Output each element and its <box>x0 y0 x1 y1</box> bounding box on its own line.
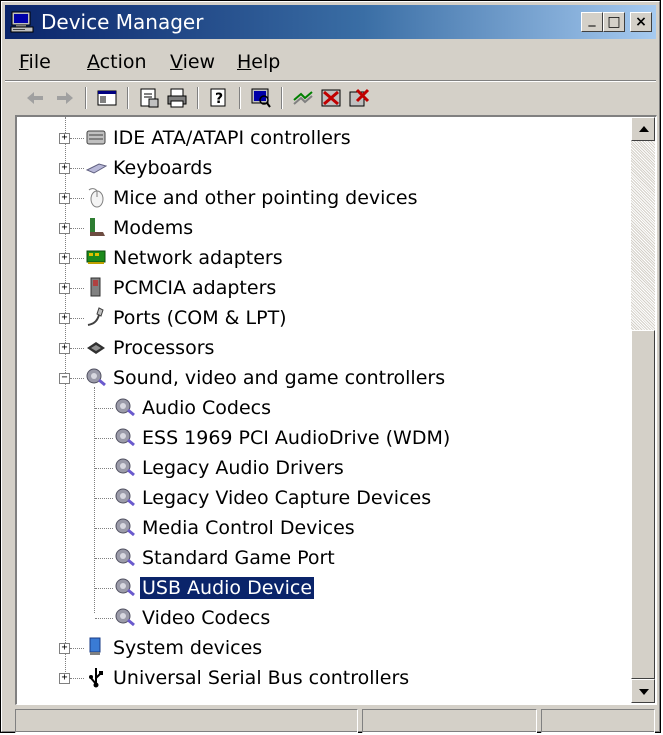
device-tree-panel: + IDE ATA/ATAPI controllers + Keyboards <box>15 115 657 705</box>
maximize-button[interactable]: □ <box>603 12 625 32</box>
tree-category-ide[interactable]: + IDE ATA/ATAPI controllers <box>17 123 617 153</box>
expand-icon[interactable]: + <box>59 163 70 174</box>
status-pane-main <box>15 709 358 733</box>
computer-icon <box>10 11 34 33</box>
help-icon[interactable]: ? <box>207 86 231 110</box>
tree-device-media-control[interactable]: Media Control Devices <box>17 513 617 543</box>
system-devices-icon <box>89 637 101 655</box>
toolbar-separator <box>127 87 129 109</box>
scan-hardware-changes-icon[interactable] <box>249 86 273 110</box>
usb-icon <box>89 668 103 688</box>
device-manager-window: Device Manager _ □ × File Action View He… <box>0 0 661 733</box>
scroll-thumb[interactable] <box>631 330 655 679</box>
tree-device-legacy-video[interactable]: Legacy Video Capture Devices <box>17 483 617 513</box>
vertical-scrollbar[interactable] <box>631 117 655 703</box>
toolbar-separator <box>239 87 241 109</box>
expand-icon[interactable]: + <box>59 343 70 354</box>
sound-device-icon <box>115 458 135 477</box>
tree-category-modems[interactable]: + Modems <box>17 213 617 243</box>
menu-bar: File Action View Help <box>5 44 656 78</box>
maximize-icon: □ <box>607 14 621 30</box>
arrow-up-icon <box>639 126 649 132</box>
expand-icon[interactable]: + <box>59 133 70 144</box>
minimize-button[interactable]: _ <box>581 11 603 32</box>
expand-icon[interactable]: + <box>59 223 70 234</box>
sound-device-icon <box>115 488 135 507</box>
close-icon: × <box>635 14 647 30</box>
disable-device-icon[interactable] <box>319 86 343 110</box>
tree-category-sound[interactable]: − Sound, video and game controllers <box>17 363 617 393</box>
tree-category-network[interactable]: + Network adapters <box>17 243 617 273</box>
print-icon[interactable] <box>165 86 189 110</box>
collapse-icon[interactable]: − <box>59 373 70 384</box>
toolbar-separator <box>281 87 283 109</box>
tree-device-video-codecs[interactable]: Video Codecs <box>17 603 617 633</box>
menu-help[interactable]: Help <box>237 51 280 73</box>
selected-device-label: USB Audio Device <box>138 576 316 600</box>
tree-device-ess-audiodrive[interactable]: ESS 1969 PCI AudioDrive (WDM) <box>17 423 617 453</box>
tree-category-mice[interactable]: + Mice and other pointing devices <box>17 183 617 213</box>
expand-icon[interactable]: + <box>59 253 70 264</box>
tree-device-audio-codecs[interactable]: Audio Codecs <box>17 393 617 423</box>
arrow-down-icon <box>639 689 649 695</box>
uninstall-device-icon[interactable] <box>347 86 371 110</box>
show-hide-console-tree-icon[interactable] <box>95 86 119 110</box>
status-pane-secondary <box>362 709 537 733</box>
forward-arrow-icon[interactable] <box>53 86 77 110</box>
device-tree[interactable]: + IDE ATA/ATAPI controllers + Keyboards <box>17 117 631 703</box>
tree-category-pcmcia[interactable]: + PCMCIA adapters <box>17 273 617 303</box>
processor-icon <box>87 342 105 354</box>
tree-category-processors[interactable]: + Processors <box>17 333 617 363</box>
expand-icon[interactable]: + <box>59 193 70 204</box>
expand-icon[interactable]: + <box>59 643 70 654</box>
close-button[interactable]: × <box>630 12 652 32</box>
scroll-down-button[interactable] <box>631 679 655 703</box>
sound-device-icon <box>115 548 135 567</box>
back-arrow-icon[interactable] <box>23 86 47 110</box>
ide-controller-icon <box>86 130 106 145</box>
window-title: Device Manager <box>41 10 204 34</box>
properties-icon[interactable] <box>137 86 161 110</box>
tree-category-system[interactable]: + System devices <box>17 633 617 663</box>
svg-text:?: ? <box>215 91 223 107</box>
tree-category-keyboards[interactable]: + Keyboards <box>17 153 617 183</box>
expand-icon[interactable]: + <box>59 283 70 294</box>
toolbar-separator <box>85 87 87 109</box>
port-icon <box>87 307 104 326</box>
update-driver-icon[interactable] <box>291 86 315 110</box>
toolbar: ? <box>5 82 656 115</box>
toolbar-separator <box>197 87 199 109</box>
keyboard-icon <box>85 163 107 174</box>
menu-view[interactable]: View <box>170 51 215 73</box>
menu-file[interactable]: File <box>19 51 51 73</box>
tree-category-ports[interactable]: + Ports (COM & LPT) <box>17 303 617 333</box>
expand-icon[interactable]: + <box>59 313 70 324</box>
network-adapter-icon <box>86 250 106 264</box>
tree-device-game-port[interactable]: Standard Game Port <box>17 543 617 573</box>
sound-device-icon <box>115 578 135 597</box>
menu-action[interactable]: Action <box>87 51 147 73</box>
tree-device-usb-audio[interactable]: USB Audio Device <box>17 573 617 603</box>
status-bar <box>15 709 657 733</box>
status-pane-tertiary <box>541 709 655 733</box>
expand-icon[interactable]: + <box>59 673 70 684</box>
tree-category-usb[interactable]: + Universal Serial Bus controllers <box>17 659 617 693</box>
sound-device-icon <box>115 428 135 447</box>
sound-icon <box>86 368 106 387</box>
sound-device-icon <box>115 608 135 627</box>
mouse-icon <box>88 188 104 208</box>
scroll-up-button[interactable] <box>631 117 655 141</box>
title-bar[interactable]: Device Manager _ □ × <box>5 5 656 39</box>
pcmcia-icon <box>90 277 101 297</box>
sound-device-icon <box>115 518 135 537</box>
sound-device-icon <box>115 398 135 417</box>
tree-device-legacy-audio[interactable]: Legacy Audio Drivers <box>17 453 617 483</box>
modem-icon <box>90 218 105 236</box>
minimize-icon: _ <box>588 11 596 27</box>
